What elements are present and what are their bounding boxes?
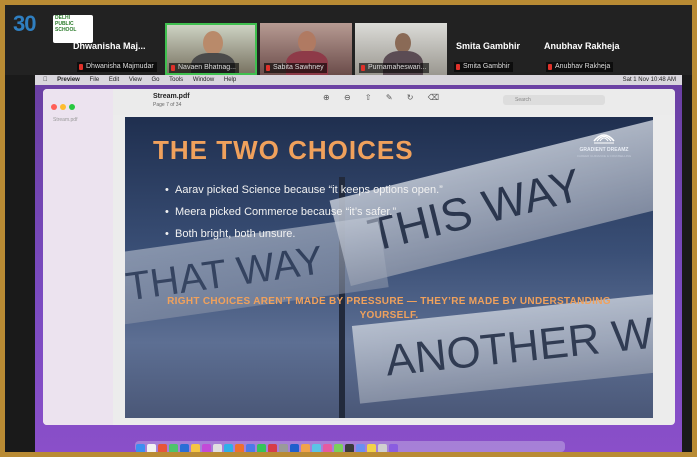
zoom-in-icon[interactable]: ⊕ bbox=[323, 93, 330, 102]
dock-app-icon[interactable] bbox=[202, 444, 211, 452]
dock-app-icon[interactable] bbox=[257, 444, 266, 452]
participant-badge: Navaen Bhatnag... bbox=[169, 63, 239, 73]
participant-head bbox=[298, 31, 316, 53]
dock-app-icon[interactable] bbox=[323, 444, 332, 452]
participant-tile[interactable]: Sabita Sawhney bbox=[260, 5, 352, 75]
menu-item-file[interactable]: File bbox=[90, 77, 100, 83]
participant-badge: Sabita Sawhney bbox=[264, 63, 327, 73]
share-icon[interactable]: ⇧ bbox=[365, 93, 372, 102]
toolbar-tools: ⊕ ⊖ ⇧ ✎ ↻ ⌫ bbox=[323, 93, 451, 102]
brand-name: GRADIENT DREAMZ bbox=[579, 147, 629, 153]
mac-dock bbox=[135, 441, 565, 452]
presentation-slide: THIS WAY THAT WAY ANOTHER WAY GRADIENT D… bbox=[125, 117, 653, 418]
brand-tagline: CAREER GUIDANCE & COUNSELLING bbox=[576, 154, 632, 158]
participant-name: Smita Gambhir bbox=[456, 41, 521, 51]
page-indicator: Page 7 of 34 bbox=[153, 102, 182, 108]
close-button[interactable] bbox=[51, 104, 57, 110]
menu-item-edit[interactable]: Edit bbox=[109, 77, 119, 83]
sidebar-thumbnail-label[interactable]: Stream.pdf bbox=[53, 117, 77, 123]
dock-app-icon[interactable] bbox=[136, 444, 145, 452]
shared-screen:  Preview File Edit View Go Tools Window… bbox=[35, 75, 682, 452]
dock-app-icon[interactable] bbox=[213, 444, 222, 452]
brand-mark-icon bbox=[593, 134, 615, 144]
participant-head bbox=[203, 31, 223, 55]
logo-number: 30 bbox=[13, 11, 37, 36]
dock-app-icon[interactable] bbox=[191, 444, 200, 452]
dock-app-icon[interactable] bbox=[180, 444, 189, 452]
participant-strip: 30 DELHI PUBLIC SCHOOL Dhwanisha Maj... … bbox=[5, 5, 692, 75]
menu-item-help[interactable]: Help bbox=[224, 77, 236, 83]
search-input[interactable]: Search bbox=[503, 95, 605, 105]
dock-app-icon[interactable] bbox=[301, 444, 310, 452]
dock-app-icon[interactable] bbox=[389, 444, 398, 452]
preview-toolbar: Stream.pdf Page 7 of 34 ⊕ ⊖ ⇧ ✎ ↻ ⌫ Sear… bbox=[113, 89, 675, 115]
dock-app-icon[interactable] bbox=[312, 444, 321, 452]
menu-item-go[interactable]: Go bbox=[151, 77, 159, 83]
zoom-button[interactable] bbox=[69, 104, 75, 110]
participant-name: Dhwanisha Maj... bbox=[73, 41, 146, 51]
preview-window: Stream.pdf Stream.pdf Page 7 of 34 ⊕ ⊖ ⇧… bbox=[43, 89, 675, 425]
preview-sidebar: Stream.pdf bbox=[43, 89, 113, 425]
slide-bullet-list: Aarav picked Science because “it keeps o… bbox=[165, 179, 475, 245]
participant-tile[interactable]: Smita Gambhir Smita Gambhir bbox=[450, 5, 542, 75]
dock-app-icon[interactable] bbox=[268, 444, 277, 452]
window-controls bbox=[51, 97, 78, 115]
menu-item-app[interactable]: Preview bbox=[57, 77, 80, 83]
dock-app-icon[interactable] bbox=[356, 444, 365, 452]
participant-badge: Smita Gambhir bbox=[454, 62, 513, 72]
dock-app-icon[interactable] bbox=[158, 444, 167, 452]
dock-app-icon[interactable] bbox=[334, 444, 343, 452]
dock-app-icon[interactable] bbox=[279, 444, 288, 452]
slide-title: THE TWO CHOICES bbox=[153, 135, 414, 165]
brand-logo: GRADIENT DREAMZ CAREER GUIDANCE & COUNSE… bbox=[569, 127, 639, 171]
menu-item-view[interactable]: View bbox=[129, 77, 142, 83]
mac-menu-bar:  Preview File Edit View Go Tools Window… bbox=[35, 75, 682, 85]
markup-icon[interactable]: ✎ bbox=[386, 93, 393, 102]
document-title: Stream.pdf bbox=[153, 93, 190, 100]
dock-app-icon[interactable] bbox=[367, 444, 376, 452]
dock-app-icon[interactable] bbox=[345, 444, 354, 452]
menu-clock[interactable]: Sat 1 Nov 10:48 AM bbox=[623, 75, 676, 85]
slide-bullet: Meera picked Commerce because “it’s safe… bbox=[165, 201, 475, 223]
zoom-window: 30 DELHI PUBLIC SCHOOL Dhwanisha Maj... … bbox=[5, 5, 692, 452]
dock-app-icon[interactable] bbox=[224, 444, 233, 452]
dock-app-icon[interactable] bbox=[378, 444, 387, 452]
apple-icon[interactable]:  bbox=[43, 77, 48, 83]
participant-tile[interactable]: Purnamaheswari... bbox=[355, 5, 447, 75]
dock-app-icon[interactable] bbox=[235, 444, 244, 452]
participant-tile[interactable]: Anubhav Rakheja Anubhav Rakheja bbox=[542, 5, 642, 75]
minimize-button[interactable] bbox=[60, 104, 66, 110]
zoom-out-icon[interactable]: ⊖ bbox=[344, 93, 351, 102]
menu-item-window[interactable]: Window bbox=[193, 77, 214, 83]
participant-name: Anubhav Rakheja bbox=[544, 41, 620, 51]
participant-head bbox=[395, 33, 411, 53]
participant-badge: Dhwanisha Majmudar bbox=[77, 62, 157, 72]
participant-badge: Purnamaheswari... bbox=[359, 63, 430, 73]
delete-icon[interactable]: ⌫ bbox=[428, 93, 439, 102]
slide-tagline: RIGHT CHOICES AREN’T MADE BY PRESSURE — … bbox=[167, 296, 611, 321]
slide-bullet: Both bright, both unsure. bbox=[165, 223, 475, 245]
dock-app-icon[interactable] bbox=[246, 444, 255, 452]
dock-app-icon[interactable] bbox=[169, 444, 178, 452]
participant-tile-active[interactable]: Navaen Bhatnag... bbox=[165, 5, 257, 75]
slide-bullet: Aarav picked Science because “it keeps o… bbox=[165, 179, 475, 201]
participant-badge: Anubhav Rakheja bbox=[546, 62, 614, 72]
dock-app-icon[interactable] bbox=[290, 444, 299, 452]
menu-item-tools[interactable]: Tools bbox=[169, 77, 183, 83]
rotate-icon[interactable]: ↻ bbox=[407, 93, 414, 102]
dock-app-icon[interactable] bbox=[147, 444, 156, 452]
participant-tile[interactable]: Dhwanisha Maj... Dhwanisha Majmudar bbox=[67, 5, 163, 75]
